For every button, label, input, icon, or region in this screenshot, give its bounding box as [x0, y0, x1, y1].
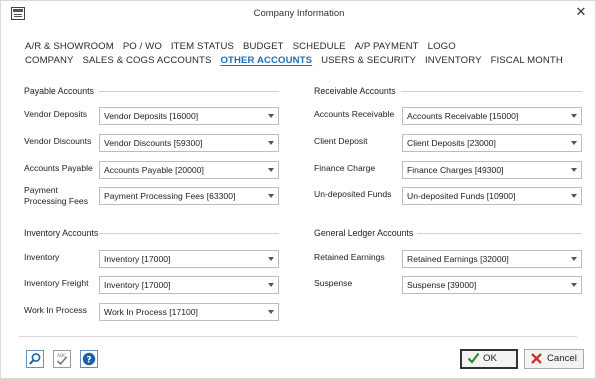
payment-processing-label-line2: Processing Fees [24, 196, 89, 206]
chevron-down-icon [268, 114, 274, 118]
finance-charge-select[interactable]: Finance Charges [49300] [402, 161, 582, 179]
retained-earnings-value: Retained Earnings [32000] [407, 254, 509, 264]
payment-processing-fees-select[interactable]: Payment Processing Fees [63300] [99, 187, 279, 205]
undeposited-funds-label: Un-deposited Funds [314, 189, 392, 199]
chevron-down-icon [268, 141, 274, 145]
accounts-receivable-label: Accounts Receivable [314, 109, 395, 119]
general-ledger-accounts-heading: General Ledger Accounts [314, 228, 414, 238]
client-deposit-label: Client Deposit [314, 136, 368, 146]
suspense-value: Suspense [39000] [407, 280, 477, 290]
chevron-down-icon [571, 194, 577, 198]
client-deposit-value: Client Deposits [23000] [407, 138, 496, 148]
chevron-down-icon [571, 168, 577, 172]
inventory-accounts-divider [99, 233, 279, 234]
accounts-payable-select[interactable]: Accounts Payable [20000] [99, 161, 279, 179]
payment-processing-fees-label: Payment Processing Fees [24, 185, 88, 207]
checkmark-icon [467, 352, 480, 364]
chevron-down-icon [268, 283, 274, 287]
undeposited-funds-select[interactable]: Un-deposited Funds [10900] [402, 187, 582, 205]
tab-po-wo[interactable]: PO / WO [123, 41, 162, 52]
help-button[interactable]: ? [80, 350, 98, 368]
chevron-down-icon [571, 257, 577, 261]
undeposited-funds-value: Un-deposited Funds [10900] [407, 191, 516, 201]
tab-sales-cogs-accounts[interactable]: SALES & COGS ACCOUNTS [83, 55, 212, 66]
accounts-receivable-value: Accounts Receivable [15000] [407, 111, 519, 121]
chevron-down-icon [268, 257, 274, 261]
vendor-deposits-value: Vendor Deposits [16000] [104, 111, 199, 121]
tab-ap-payment[interactable]: A/P PAYMENT [355, 41, 419, 52]
work-in-process-label: Work In Process [24, 305, 87, 315]
retained-earnings-label: Retained Earnings [314, 252, 385, 262]
payable-accounts-divider [99, 91, 279, 92]
tab-users-security[interactable]: USERS & SECURITY [321, 55, 416, 66]
chevron-down-icon [268, 194, 274, 198]
suspense-select[interactable]: Suspense [39000] [402, 276, 582, 294]
window-title: Company Information [253, 8, 345, 19]
tab-ar-showroom[interactable]: A/R & SHOWROOM [25, 41, 114, 52]
inventory-label: Inventory [24, 252, 60, 262]
client-deposit-select[interactable]: Client Deposits [23000] [402, 134, 582, 152]
inventory-freight-label: Inventory Freight [24, 278, 89, 288]
tabs-row-1: A/R & SHOWROOM PO / WO ITEM STATUS BUDGET SC… [25, 41, 465, 55]
help-icon: ? [82, 352, 96, 365]
general-ledger-accounts-divider [417, 233, 582, 234]
tabs-row-2: COMPANY SALES & COGS ACCOUNTS OTHER ACCOUN… [25, 55, 572, 69]
ok-button[interactable]: OK [460, 349, 518, 369]
chevron-down-icon [268, 168, 274, 172]
inventory-accounts-heading: Inventory Accounts [24, 228, 99, 238]
receivable-accounts-heading: Receivable Accounts [314, 86, 396, 96]
vendor-discounts-label: Vendor Discounts [24, 136, 92, 146]
ok-label: OK [483, 353, 497, 364]
vendor-discounts-value: Vendor Discounts [59300] [104, 138, 203, 148]
payment-processing-label-line1: Payment [24, 185, 58, 195]
work-in-process-select[interactable]: Work In Process [17100] [99, 303, 279, 321]
tab-item-status[interactable]: ITEM STATUS [171, 41, 234, 52]
tab-budget[interactable]: BUDGET [243, 41, 284, 52]
tab-fiscal-month[interactable]: FISCAL MONTH [491, 55, 563, 66]
cancel-label: Cancel [547, 353, 577, 364]
tab-company[interactable]: COMPANY [25, 55, 74, 66]
inventory-value: Inventory [17000] [104, 254, 171, 264]
finance-charge-label: Finance Charge [314, 163, 376, 173]
title-bar: Company Information ✕ [1, 1, 596, 27]
tab-schedule[interactable]: SCHEDULE [293, 41, 346, 52]
accounts-payable-label: Accounts Payable [24, 163, 93, 173]
company-information-dialog: Company Information ✕ A/R & SHOWROOM PO /… [0, 0, 596, 379]
tab-other-accounts[interactable]: OTHER ACCOUNTS [220, 55, 312, 66]
retained-earnings-select[interactable]: Retained Earnings [32000] [402, 250, 582, 268]
cancel-button[interactable]: Cancel [524, 349, 584, 369]
vendor-deposits-label: Vendor Deposits [24, 109, 88, 119]
tab-inventory[interactable]: INVENTORY [425, 55, 482, 66]
inventory-select[interactable]: Inventory [17000] [99, 250, 279, 268]
accounts-receivable-select[interactable]: Accounts Receivable [15000] [402, 107, 582, 125]
svg-text:?: ? [86, 355, 91, 365]
chevron-down-icon [571, 141, 577, 145]
spellcheck-button[interactable]: ABC [53, 350, 71, 368]
chevron-down-icon [571, 283, 577, 287]
search-button[interactable] [26, 350, 44, 368]
search-icon [29, 353, 41, 365]
inventory-freight-select[interactable]: Inventory [17000] [99, 276, 279, 294]
payable-accounts-heading: Payable Accounts [24, 86, 94, 96]
chevron-down-icon [571, 114, 577, 118]
vendor-discounts-select[interactable]: Vendor Discounts [59300] [99, 134, 279, 152]
finance-charge-value: Finance Charges [49300] [407, 165, 504, 175]
suspense-label: Suspense [314, 278, 353, 288]
spellcheck-icon: ABC [56, 353, 68, 366]
cancel-icon [531, 353, 542, 364]
inventory-freight-value: Inventory [17000] [104, 280, 171, 290]
close-icon[interactable]: ✕ [574, 4, 588, 20]
accounts-payable-value: Accounts Payable [20000] [104, 165, 204, 175]
payment-processing-fees-value: Payment Processing Fees [63300] [104, 191, 236, 201]
chevron-down-icon [268, 310, 274, 314]
receivable-accounts-divider [401, 91, 582, 92]
tab-logo[interactable]: LOGO [428, 41, 456, 52]
footer-divider [19, 336, 577, 337]
work-in-process-value: Work In Process [17100] [104, 307, 198, 317]
vendor-deposits-select[interactable]: Vendor Deposits [16000] [99, 107, 279, 125]
